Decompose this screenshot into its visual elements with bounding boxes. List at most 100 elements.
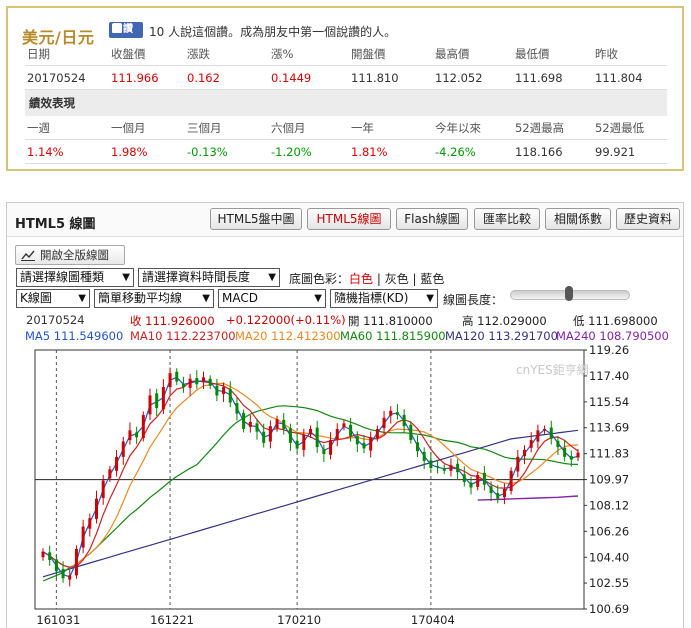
candle-body <box>462 474 466 482</box>
value-52w-low: 99.921 <box>595 145 636 159</box>
candle-body <box>322 449 326 455</box>
candle-body <box>68 575 72 580</box>
candle-body <box>429 460 433 468</box>
value-1y: 1.81% <box>351 145 388 159</box>
header-1y: 一年 <box>351 121 374 135</box>
header-change-pct: 漲% <box>271 47 294 61</box>
candle-body <box>362 442 366 449</box>
value-open: 111.810 <box>351 71 399 85</box>
header-ytd: 今年以來 <box>435 121 481 135</box>
candle-body <box>442 467 446 471</box>
candle-body <box>222 387 226 395</box>
candle-body <box>48 552 52 561</box>
value-prev-close: 111.804 <box>595 71 643 85</box>
candle-body <box>469 482 473 488</box>
candle-body <box>509 470 513 492</box>
like-button[interactable]: 讚 <box>109 22 143 38</box>
header-52w-low: 52週最低 <box>595 121 645 135</box>
candle-body <box>262 431 266 443</box>
candle-body <box>355 435 359 445</box>
x-tick-label: 170404 <box>411 613 455 627</box>
candle-body <box>95 498 98 519</box>
header-prev-close: 昨收 <box>595 47 618 61</box>
candle-body <box>148 395 152 415</box>
candle-body <box>128 430 132 441</box>
header-high: 最高價 <box>435 47 470 61</box>
header-open: 開盤價 <box>351 47 386 61</box>
chart-panel: HTML5 線圖 HTML5盤中圖 HTML5線圖 Flash線圖 匯率比較 相… <box>6 202 684 628</box>
candle-body <box>349 424 353 436</box>
header-change: 漲跌 <box>187 47 210 61</box>
price-chart[interactable]: 119.26 117.40 115.54 113.69 111.83 109.97 108.… <box>7 203 683 628</box>
candle-body <box>275 419 279 429</box>
thumbs-up-icon <box>112 23 122 33</box>
candle-body <box>529 440 533 448</box>
like-count-text: 10 人說這個讚。成為朋友中第一個說讚的人。 <box>149 25 397 39</box>
quote-value-row: 20170524 111.966 0.162 0.1449 111.810 11… <box>25 67 667 90</box>
value-high: 112.052 <box>435 71 483 85</box>
y-tick-label: 119.26 <box>589 343 629 357</box>
candle-body <box>235 403 239 414</box>
candle-body <box>302 434 306 450</box>
candle-body <box>141 414 145 439</box>
candle-body <box>543 428 547 431</box>
candle-body <box>295 440 299 449</box>
candle-body <box>449 465 453 471</box>
y-tick-label: 115.54 <box>589 395 629 409</box>
cnyes-watermark: cnYES鉅亨網 <box>516 363 589 377</box>
value-low: 111.698 <box>515 71 563 85</box>
candle-body <box>288 428 292 443</box>
value-1m: 1.98% <box>111 145 148 159</box>
candle-body <box>255 423 259 432</box>
candle-body <box>416 442 419 452</box>
performance-value-row: 1.14% 1.98% -0.13% -1.20% 1.81% -4.26% 1… <box>25 141 667 164</box>
candle-body <box>335 428 339 440</box>
candle-body <box>168 373 172 388</box>
candle-body <box>409 424 413 441</box>
candle-body <box>375 428 379 439</box>
value-3m: -0.13% <box>187 145 228 159</box>
candle-body <box>482 472 486 485</box>
performance-section-title: 績效表現 <box>25 90 667 116</box>
candle-body <box>101 480 105 498</box>
candle-body <box>188 378 192 388</box>
header-1w: 一週 <box>27 121 50 135</box>
y-tick-label: 104.40 <box>589 550 629 564</box>
candle-body <box>476 474 480 487</box>
value-ytd: -4.26% <box>435 145 476 159</box>
candle-body <box>309 428 312 435</box>
y-tick-label: 109.97 <box>589 473 629 487</box>
y-tick-label: 100.69 <box>589 602 629 616</box>
candle-body <box>395 412 399 415</box>
candle-body <box>536 430 540 442</box>
candle-body <box>389 410 393 416</box>
candle-body <box>569 456 573 460</box>
value-close: 111.966 <box>111 71 159 85</box>
quote-panel: 美元/日元 讚 10 人說這個讚。成為朋友中第一個說讚的人。 日期 收盤價 漲跌… <box>6 6 684 171</box>
candle-body <box>88 518 92 529</box>
candle-body <box>282 419 286 429</box>
quote-header-row: 日期 收盤價 漲跌 漲% 開盤價 最高價 最低價 昨收 <box>25 43 667 66</box>
candle-body <box>61 569 65 579</box>
candle-body <box>422 451 426 462</box>
candle-body <box>342 423 346 427</box>
candle-body <box>248 421 252 427</box>
candle-body <box>115 456 119 471</box>
candle-body <box>369 437 373 451</box>
candle-body <box>456 463 460 473</box>
candle-body <box>135 432 139 438</box>
candle-body <box>549 427 553 439</box>
value-52w-high: 118.166 <box>515 145 563 159</box>
candle-body <box>181 383 185 388</box>
header-3m: 三個月 <box>187 121 222 135</box>
value-6m: -1.20% <box>271 145 312 159</box>
candle-body <box>329 440 333 455</box>
value-date: 20170524 <box>27 71 86 85</box>
candle-body <box>402 414 406 427</box>
candle-body <box>489 486 493 494</box>
candle-body <box>121 441 125 457</box>
candle-body <box>502 488 506 498</box>
y-tick-label: 113.69 <box>589 421 629 435</box>
header-6m: 六個月 <box>271 121 306 135</box>
y-tick-label: 102.55 <box>589 576 629 590</box>
